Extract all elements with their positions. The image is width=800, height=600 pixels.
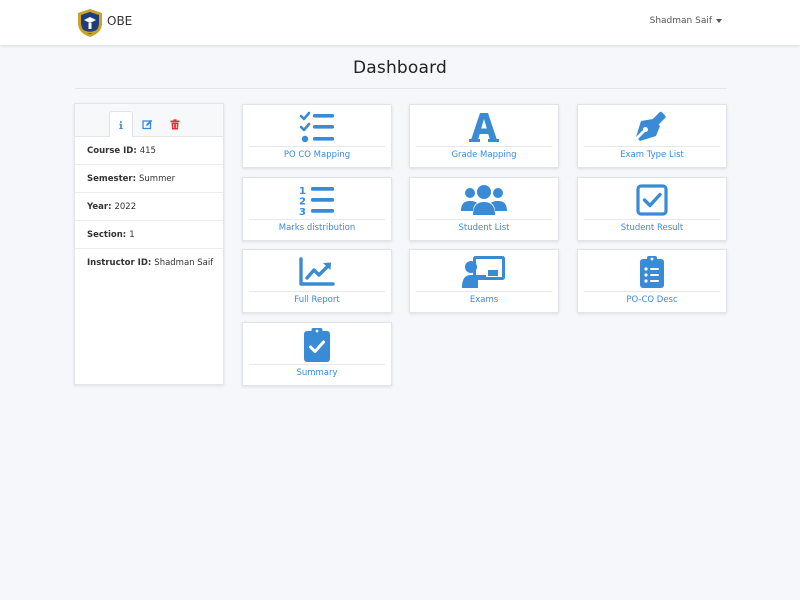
chart-line-icon: [299, 257, 335, 286]
tile-label: Student Result: [620, 223, 684, 233]
section-row: Section: 1: [75, 221, 223, 249]
svg-text:2: 2: [299, 197, 306, 208]
instructor-value: Shadman Saif: [154, 258, 214, 268]
course-info-card: Course ID: 415 Semester: Summer Year: 20…: [74, 103, 224, 385]
tile-marks-distribution[interactable]: 1 2 3 Marks distribution: [242, 177, 392, 241]
numbered-list-icon: 1 2 3: [299, 186, 334, 216]
users-icon: [461, 185, 507, 215]
course-info-tabs: [75, 104, 223, 137]
brand-name[interactable]: OBE: [107, 14, 132, 28]
instructor-row: Instructor ID: Shadman Saif: [75, 249, 223, 277]
year-label: Year:: [87, 201, 112, 212]
tile-po-co-mapping[interactable]: PO CO Mapping: [242, 104, 392, 168]
course-id-label: Course ID:: [87, 145, 137, 156]
section-label: Section:: [87, 229, 127, 240]
course-id-value: 415: [139, 145, 156, 156]
tile-summary[interactable]: Summary: [242, 322, 392, 386]
tile-student-list[interactable]: Student List: [409, 177, 559, 241]
year-value: 2022: [114, 201, 137, 212]
checkbox-icon: [636, 184, 668, 216]
year-row: Year: 2022: [75, 193, 223, 221]
clipboard-check-icon: [304, 328, 330, 362]
university-logo-icon[interactable]: [76, 8, 104, 38]
tile-label: PO CO Mapping: [283, 150, 351, 160]
tile-label: Marks distribution: [278, 223, 356, 233]
tile-full-report[interactable]: Full Report: [242, 249, 392, 313]
caret-down-icon: [716, 19, 722, 23]
tile-label: Full Report: [294, 295, 340, 305]
tab-info[interactable]: [109, 111, 133, 137]
course-id-row: Course ID: 415: [75, 137, 223, 165]
tile-student-result[interactable]: Student Result: [577, 177, 727, 241]
top-navbar: OBE Shadman Saif: [0, 0, 800, 45]
tile-label: Student List: [458, 223, 510, 233]
page-title: Dashboard: [352, 58, 448, 78]
section-value: 1: [129, 229, 135, 240]
info-icon: [119, 120, 123, 129]
tile-label: Grade Mapping: [451, 150, 517, 160]
trash-icon: [170, 118, 180, 129]
tile-exam-type-list[interactable]: Exam Type List: [577, 104, 727, 168]
tile-exams[interactable]: Exams: [409, 249, 559, 313]
tile-label: Exam Type List: [620, 150, 684, 160]
tab-delete[interactable]: [163, 111, 187, 137]
user-menu-dropdown[interactable]: Shadman Saif: [650, 16, 722, 26]
semester-value: Summer: [139, 173, 176, 184]
svg-text:3: 3: [299, 207, 306, 216]
list-check-icon: [299, 111, 334, 143]
user-name: Shadman Saif: [649, 16, 712, 26]
teacher-board-icon: [462, 256, 505, 288]
letter-a-icon: [469, 113, 499, 142]
edit-icon: [141, 119, 152, 129]
semester-row: Semester: Summer: [75, 165, 223, 193]
instructor-label: Instructor ID:: [87, 258, 152, 268]
tile-label: Exams: [469, 295, 499, 305]
tile-grade-mapping[interactable]: Grade Mapping: [409, 104, 559, 168]
clipboard-list-icon: [640, 256, 664, 288]
pen-nib-icon: [636, 111, 666, 141]
tile-label: PO-CO Desc: [626, 295, 678, 305]
semester-label: Semester:: [87, 173, 136, 184]
tile-label: Summary: [296, 368, 338, 378]
title-divider: [75, 88, 727, 89]
svg-text:1: 1: [299, 186, 306, 197]
tab-edit[interactable]: [135, 111, 159, 137]
tile-po-co-desc[interactable]: PO-CO Desc: [577, 249, 727, 313]
